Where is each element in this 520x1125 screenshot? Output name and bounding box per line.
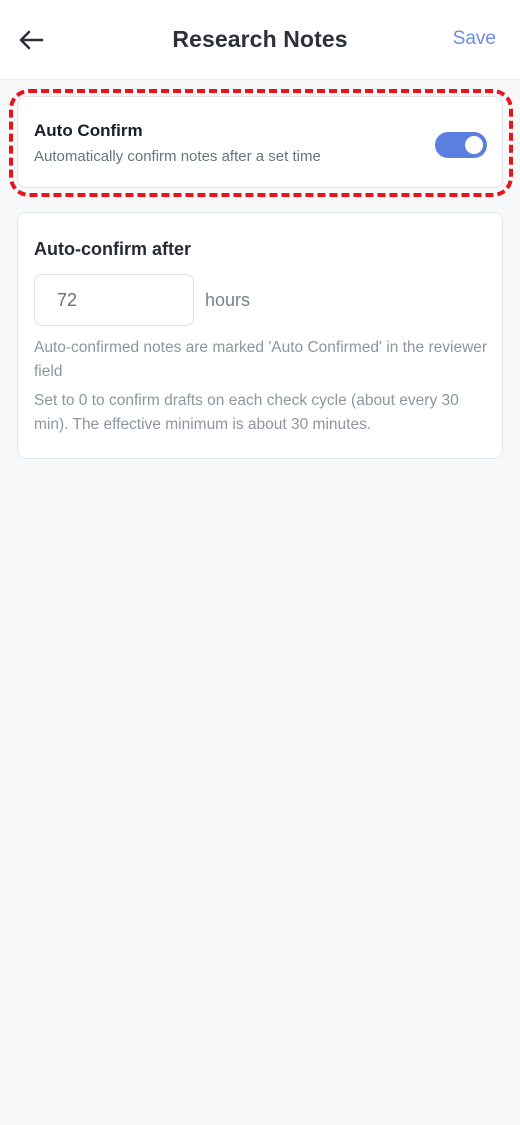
auto-confirm-settings-card: Auto-confirm after hours Auto-confirmed …	[17, 212, 503, 459]
help-text-minimum: Set to 0 to confirm drafts on each check…	[34, 392, 459, 433]
auto-confirm-title: Auto Confirm	[34, 121, 143, 140]
auto-confirm-toggle[interactable]	[435, 132, 487, 158]
auto-confirm-subtitle: Automatically confirm notes after a set …	[34, 148, 321, 165]
page-title: Research Notes	[172, 26, 348, 52]
hours-input[interactable]	[34, 274, 194, 326]
save-button[interactable]: Save	[453, 28, 496, 50]
auto-confirm-card: Auto Confirm Automatically confirm notes…	[17, 96, 503, 188]
top-app-bar: Research Notes Save	[0, 0, 520, 80]
section-title: Auto-confirm after	[34, 239, 191, 259]
help-text-marked: Auto-confirmed notes are marked 'Auto Co…	[34, 339, 488, 380]
hours-unit-label: hours	[205, 290, 251, 310]
toggle-knob	[465, 136, 483, 154]
